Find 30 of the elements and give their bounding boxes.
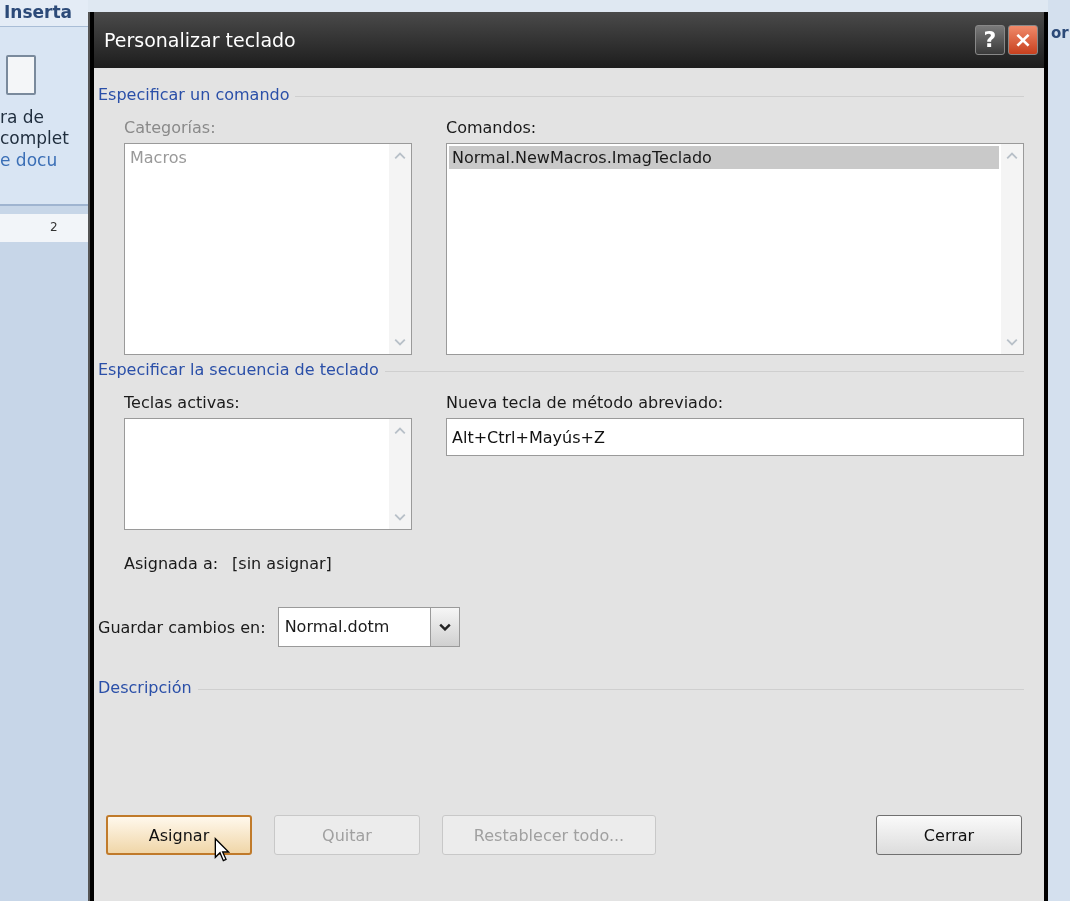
field-label: Teclas activas: (124, 393, 241, 412)
field-label: Guardar cambios en: (98, 617, 266, 637)
document-icon[interactable] (6, 55, 36, 95)
dialog-button[interactable]: Cerrar (876, 815, 1022, 855)
section-heading: Especificar la secuencia de teclado (98, 359, 379, 379)
ruler: 2 (0, 214, 88, 242)
ribbon-label[interactable]: ra de (0, 107, 88, 128)
ribbon-label[interactable]: complet (0, 128, 88, 149)
field-label: Categorías: (124, 118, 217, 137)
assigned-value: [sin asignar] (232, 554, 332, 573)
shortcut-input-field[interactable]: Alt+Ctrl+Mayús+Z (446, 418, 1024, 456)
mouse-pointer-icon (214, 837, 230, 863)
chevron-down-icon[interactable] (438, 623, 451, 631)
ribbon-link[interactable]: e docu (0, 149, 88, 171)
close-button[interactable]: × (1008, 25, 1038, 55)
field-label: Nueva tecla de método abreviado: (446, 393, 725, 412)
list-box[interactable] (124, 418, 412, 530)
field-label: Asignada a: (124, 554, 219, 573)
save-location-dropdown[interactable]: Normal.dotm (277, 607, 460, 647)
ribbon-tab[interactable]: Inserta (0, 0, 88, 26)
list-item[interactable]: Normal.NewMacros.ImagTeclado (449, 146, 999, 169)
help-button[interactable]: ? (975, 25, 1005, 55)
window-title: Personalizar teclado (104, 29, 296, 51)
section-heading: Descripción (98, 677, 192, 697)
section-heading: Especificar un comando (98, 84, 290, 104)
scrollbar[interactable] (1001, 144, 1023, 354)
ribbon-label[interactable]: or (1048, 0, 1070, 42)
field-label: Comandos: (446, 118, 538, 137)
list-box[interactable]: Normal.NewMacros.ImagTeclado (446, 143, 1024, 355)
scrollbar[interactable] (389, 419, 411, 529)
